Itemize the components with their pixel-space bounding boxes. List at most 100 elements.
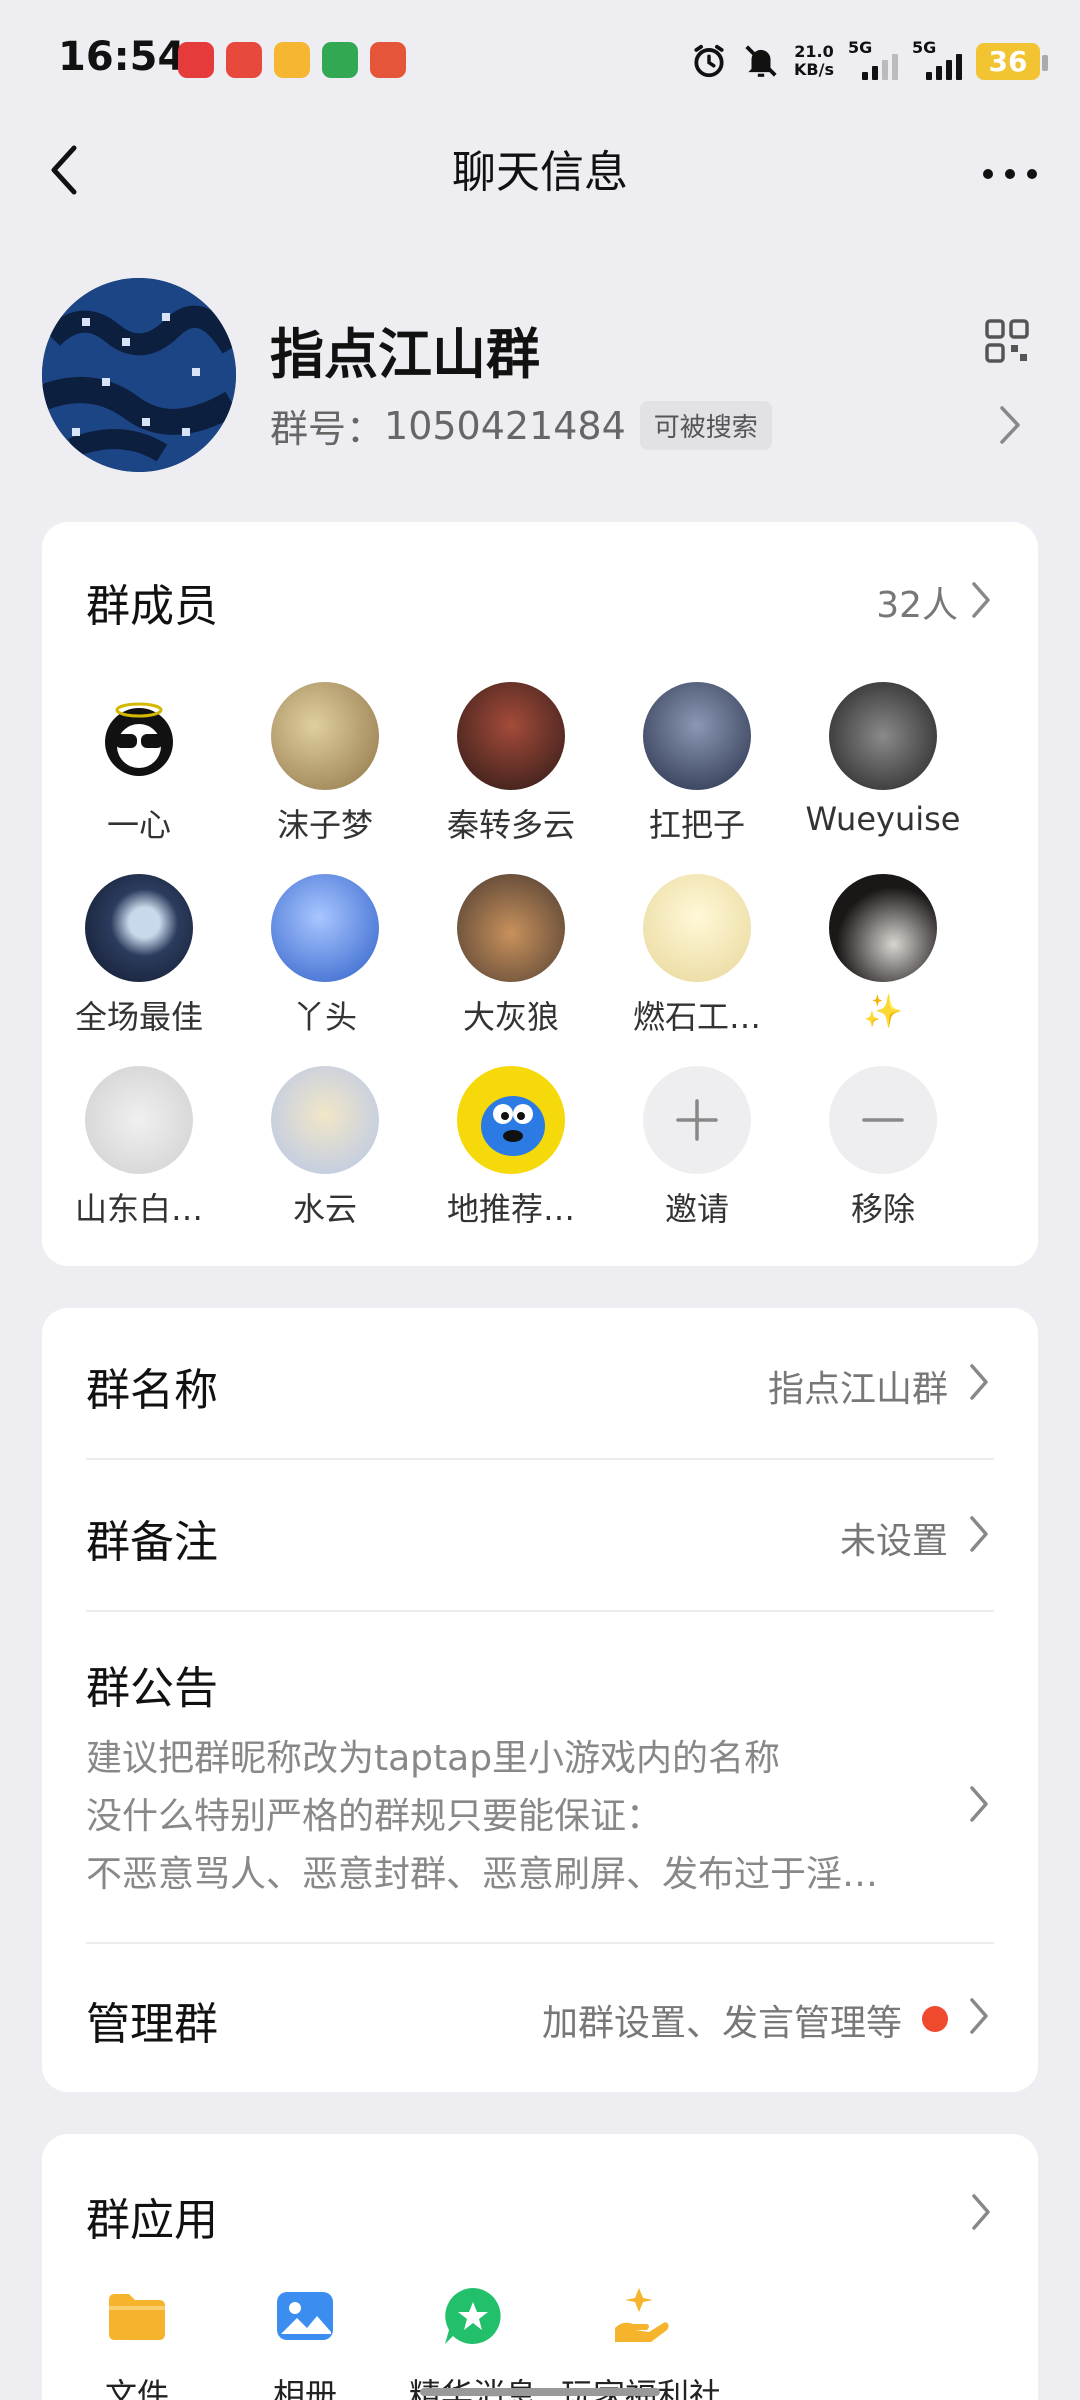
member-item[interactable]: 秦转多云 [418,682,604,862]
notice-line: 不恶意骂人、恶意封群、恶意刷屏、发布过于淫… [86,1854,879,1895]
member-name: 燃石工… [632,998,761,1036]
sim2-label: 5G [912,38,937,57]
group-apps-card: 群应用 文件 相册 精华消息 玩家福利社 [42,2134,1038,2400]
member-avatar[interactable] [457,1066,565,1174]
sim1-label: 5G [848,38,873,57]
notification-app-icon-4 [322,42,358,78]
group-name-row[interactable]: 群名称 指点江山群 [86,1308,994,1458]
manage-group-value: 加群设置、发言管理等 [541,2003,902,2044]
group-header[interactable]: 指点江山群 群号： 1050421484 可被搜索 [0,270,1080,490]
plus-icon[interactable] [643,1066,751,1174]
member-item[interactable]: 一心 [46,682,232,862]
group-name: 指点江山群 [270,323,540,386]
notification-app-icon-5 [370,42,406,78]
battery-indicator: 36 [976,42,1048,80]
member-avatar[interactable] [457,874,565,982]
invite-button[interactable]: 邀请 [604,1066,790,1246]
notification-app-icon-2 [226,42,262,78]
app-label: 文件 [104,2376,169,2400]
member-item[interactable]: ✨ [790,874,976,1054]
group-id-label: 群号： [270,407,385,451]
member-avatar[interactable] [829,874,937,982]
title-bar: 聊天信息 [0,120,1080,230]
gift-hand-icon [615,2288,669,2342]
group-apps-title: 群应用 [86,2195,218,2246]
page-title: 聊天信息 [452,147,628,198]
group-id-row: 群号： 1050421484 可被搜索 [270,398,772,453]
member-name: 地推荐… [446,1190,575,1228]
signal-sim2: 5G [912,38,962,80]
member-item[interactable]: 山东白… [46,1066,232,1246]
status-bar: 16:54 21.0 KB/s 5G 5G 36 [0,0,1080,120]
unread-dot [922,2006,948,2032]
chevron-right-icon[interactable] [990,400,1030,450]
minus-icon[interactable] [829,1066,937,1174]
member-avatar[interactable] [271,1066,379,1174]
member-item[interactable]: 水云 [232,1066,418,1246]
invite-label: 邀请 [664,1190,729,1228]
member-name: 一心 [106,806,171,844]
member-avatar[interactable] [829,682,937,790]
group-remark-label: 群备注 [86,1517,218,1568]
member-item[interactable]: 扛把子 [604,682,790,862]
searchable-badge: 可被搜索 [639,401,772,450]
member-item[interactable]: 地推荐… [418,1066,604,1246]
photo-album-icon [277,2292,333,2340]
member-name: 扛把子 [648,806,745,844]
manage-group-row[interactable]: 管理群 加群设置、发言管理等 [86,1944,994,2092]
chevron-right-icon[interactable] [966,578,996,622]
manage-group-label: 管理群 [86,1999,218,2050]
member-avatar[interactable] [271,682,379,790]
app-files[interactable]: 文件 [42,2284,232,2400]
member-name: 秦转多云 [446,806,575,844]
member-item[interactable]: 丫头 [232,874,418,1054]
group-avatar[interactable] [42,278,236,472]
member-name: ✨ [863,992,903,1030]
member-name: 沫子梦 [276,806,373,844]
mute-bell-icon [745,45,777,77]
app-label: 相册 [272,2376,337,2400]
more-dots-icon[interactable] [970,130,1050,210]
member-name: Wueyuise [805,800,961,838]
home-indicator[interactable] [420,2388,660,2396]
group-remark-value: 未设置 [839,1521,948,1562]
member-item[interactable]: 全场最佳 [46,874,232,1054]
member-name: 大灰狼 [462,998,559,1036]
member-name: 全场最佳 [74,998,203,1036]
member-item[interactable]: 燃石工… [604,874,790,1054]
members-card: 群成员 32人 一心 沫子梦 秦转多云 扛把子 Wueyuise 全场最佳 丫头… [42,522,1038,1266]
member-item[interactable]: 大灰狼 [418,874,604,1054]
chevron-right-icon[interactable] [966,2190,996,2234]
net-speed-unit: KB/s [794,60,834,79]
members-title: 群成员 [86,581,218,632]
member-avatar[interactable] [457,682,565,790]
notification-app-icon-1 [178,42,214,78]
member-avatar[interactable] [643,874,751,982]
chevron-right-icon[interactable] [964,1782,994,1826]
chevron-right-icon[interactable] [964,1360,994,1404]
qr-code-icon[interactable] [984,318,1030,364]
member-item[interactable]: Wueyuise [790,682,976,862]
alarm-icon [694,44,724,78]
members-count[interactable]: 32人 [876,576,958,628]
chevron-right-icon[interactable] [964,1512,994,1556]
app-essence[interactable]: 精华消息 [378,2284,568,2400]
member-avatar[interactable] [643,682,751,790]
remove-button[interactable]: 移除 [790,1066,976,1246]
member-item[interactable]: 沫子梦 [232,682,418,862]
notice-line: 建议把群昵称改为taptap里小游戏内的名称 [86,1738,781,1779]
status-time: 16:54 [58,34,186,80]
app-player-welfare[interactable]: 玩家福利社 [546,2284,736,2400]
group-notice-row[interactable]: 群公告 建议把群昵称改为taptap里小游戏内的名称 没什么特别严格的群规只要能… [86,1612,994,1942]
member-avatar[interactable] [85,682,193,790]
group-remark-row[interactable]: 群备注 未设置 [86,1460,994,1610]
member-avatar[interactable] [85,1066,193,1174]
group-name-value: 指点江山群 [767,1369,948,1410]
group-name-label: 群名称 [86,1365,218,1416]
member-avatar[interactable] [271,874,379,982]
group-notice-content: 建议把群昵称改为taptap里小游戏内的名称 没什么特别严格的群规只要能保证： … [86,1730,926,1904]
app-album[interactable]: 相册 [210,2284,400,2400]
member-avatar[interactable] [85,874,193,982]
star-chat-icon [445,2288,501,2344]
chevron-right-icon[interactable] [964,1994,994,2038]
